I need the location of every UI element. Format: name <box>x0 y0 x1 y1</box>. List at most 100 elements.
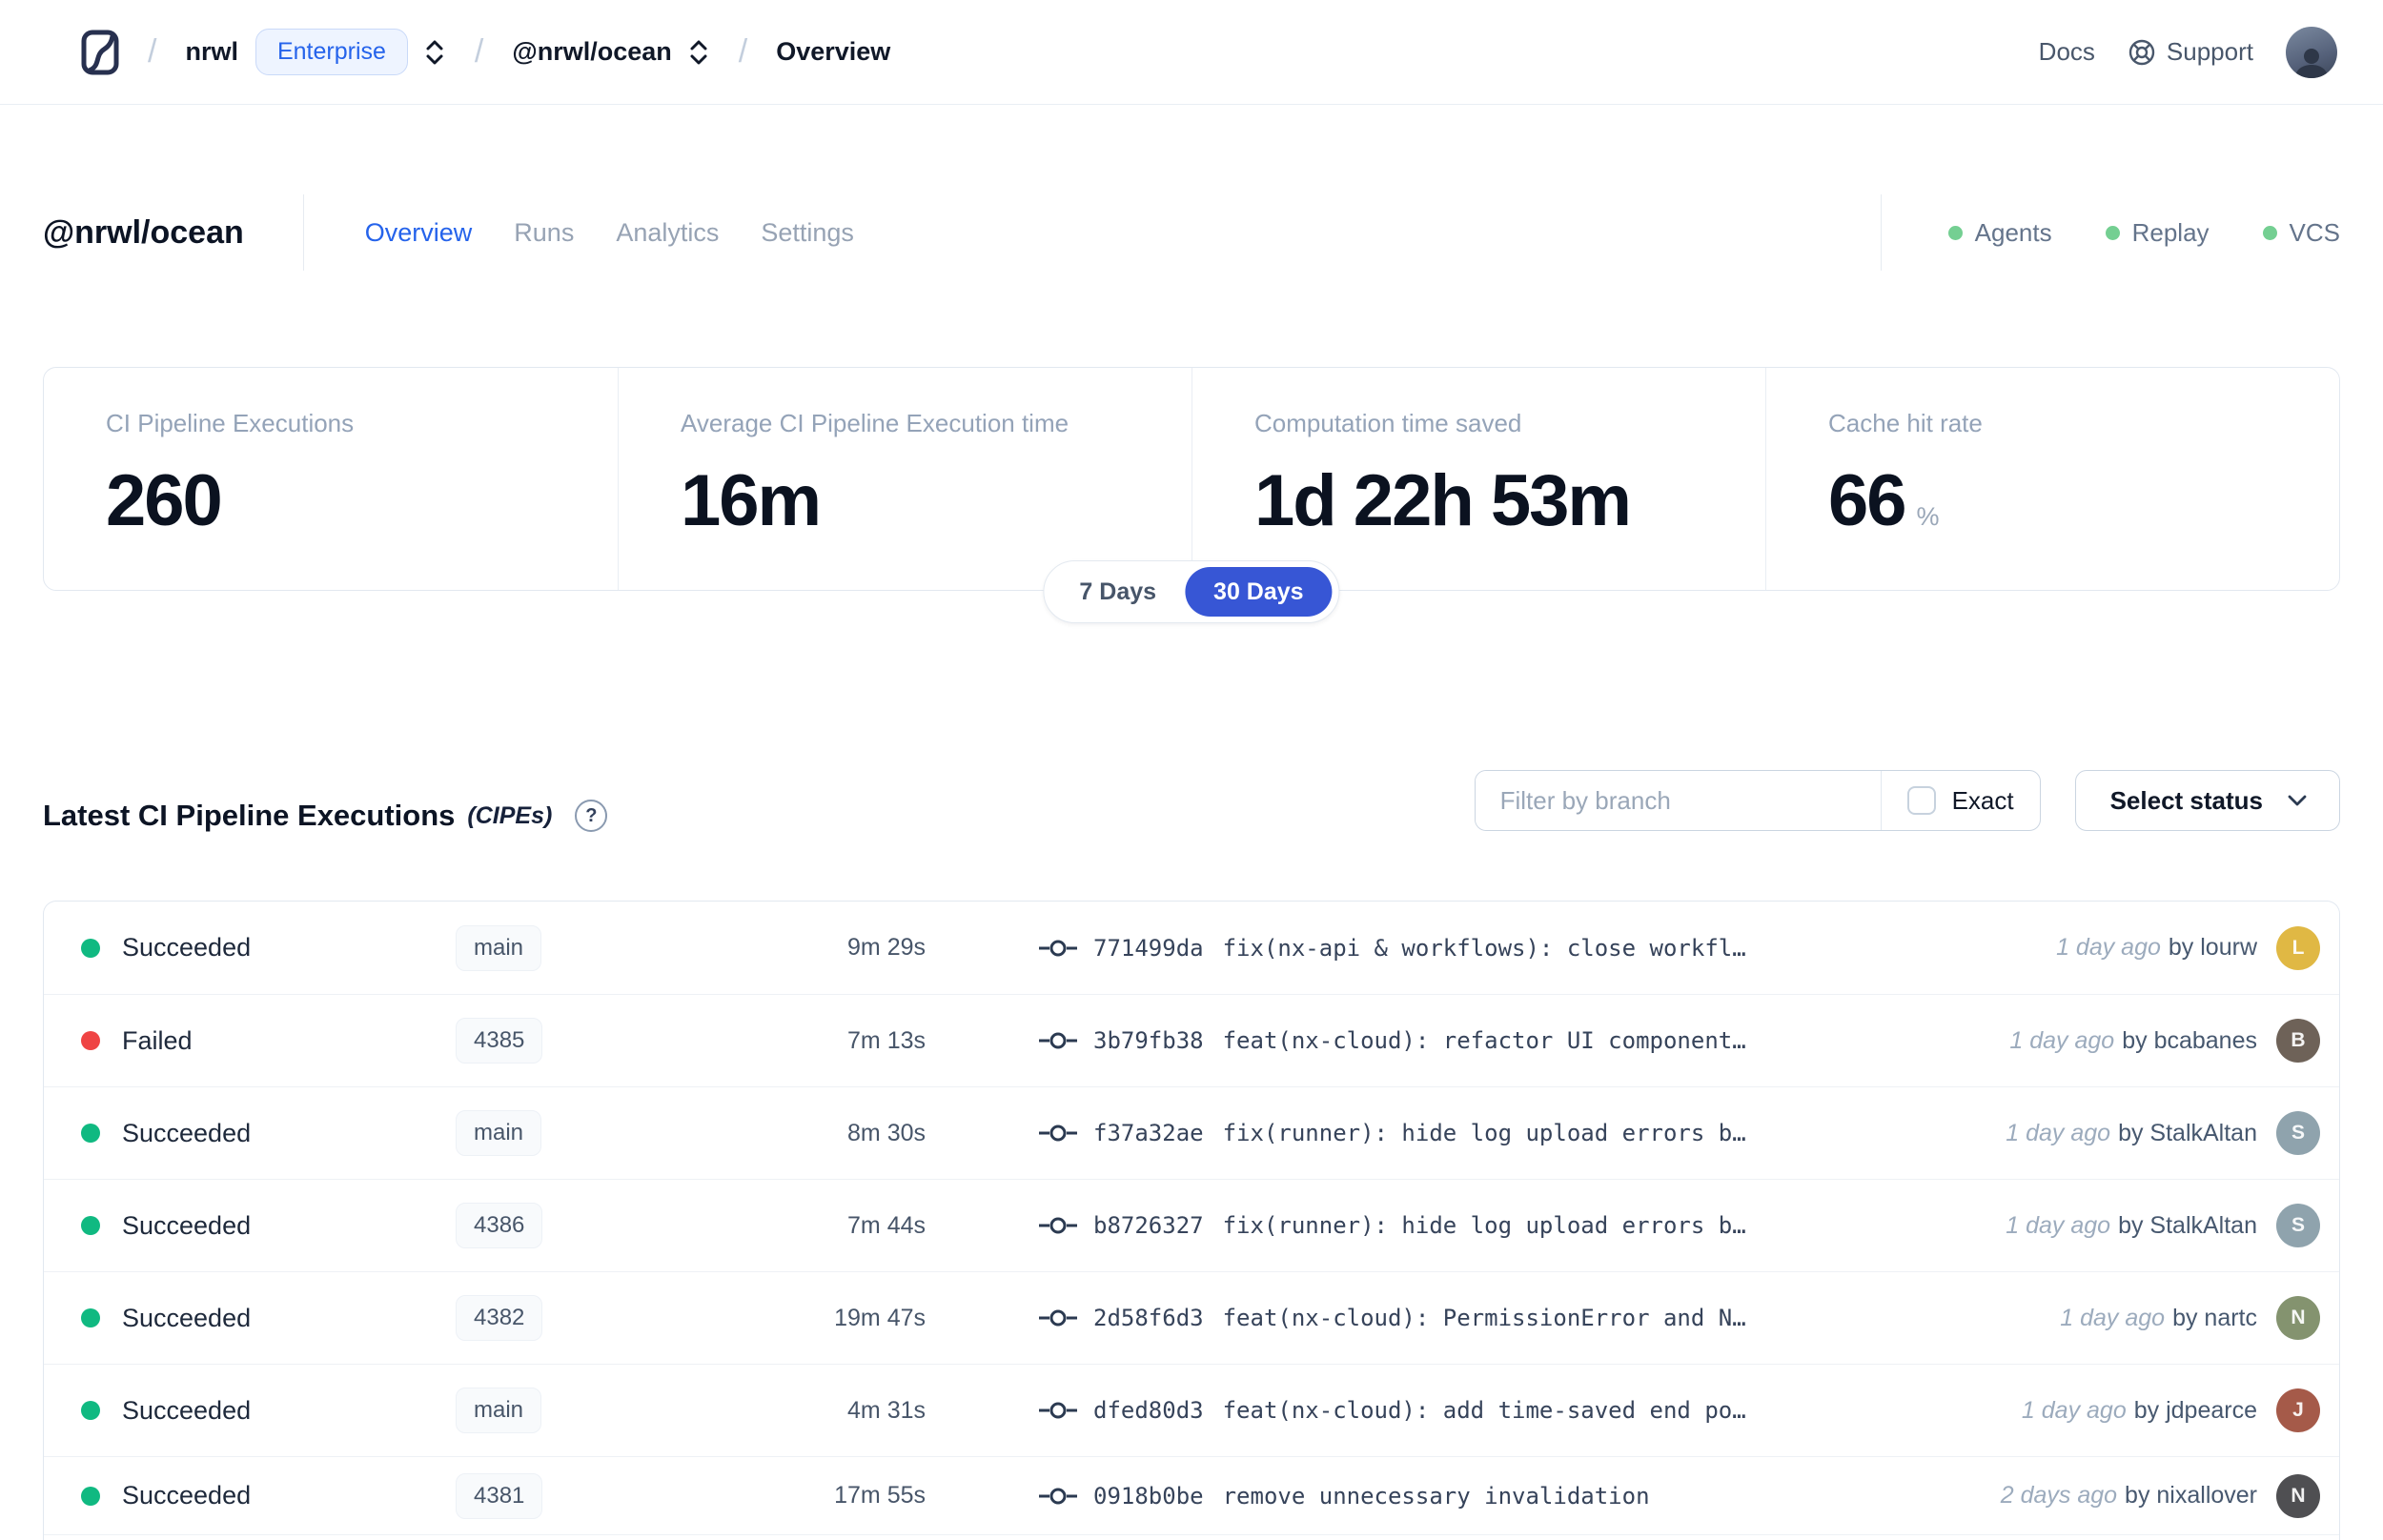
user-avatar[interactable] <box>2286 26 2337 78</box>
cipe-filters: Exact Select status <box>1474 770 2340 831</box>
branch-chip: 4382 <box>456 1295 543 1341</box>
git-commit-icon <box>1038 1122 1078 1145</box>
workspace-header: @nrwl/ocean Overview Runs Analytics Sett… <box>43 189 2340 276</box>
exact-toggle: Exact <box>1882 786 2040 816</box>
time-ago: 2 days ago <box>2000 1482 2118 1509</box>
status-dot-icon <box>81 1031 100 1050</box>
author: by bcabanes <box>2122 1026 2257 1054</box>
tab-runs[interactable]: Runs <box>514 218 574 248</box>
docs-link[interactable]: Docs <box>2039 37 2095 67</box>
commit-message: feat(nx-cloud): add time-saved end po… <box>1222 1397 1746 1424</box>
cipe-row[interactable]: Failed 4385 7m 13s 3b79fb38 feat(nx-cloud… <box>44 994 2339 1086</box>
cipe-row[interactable]: Succeeded 4386 7m 44s b8726327 fix(runner… <box>44 1179 2339 1271</box>
chevron-down-icon <box>2284 787 2311 814</box>
stat-value: 66 <box>1828 460 1907 541</box>
time-ago: 1 day ago <box>2056 934 2161 961</box>
branch-chip: 4381 <box>456 1472 543 1519</box>
branch-chip: 4385 <box>456 1018 543 1064</box>
commit-hash: 0918b0be <box>1093 1482 1204 1510</box>
git-commit-icon <box>1038 1399 1078 1422</box>
top-nav: / nrwl Enterprise / @nrwl/ocean / Overvi… <box>0 0 2383 105</box>
support-link[interactable]: Support <box>2128 37 2253 67</box>
author: by jdpearce <box>2133 1396 2257 1424</box>
duration: 17m 55s <box>834 1482 926 1509</box>
commit-hash: 3b79fb38 <box>1093 1027 1204 1054</box>
commit-message: feat(nx-cloud): PermissionError and N… <box>1222 1305 1746 1331</box>
cipe-row[interactable]: Succeeded main 8m 30s f37a32ae fix(runner… <box>44 1086 2339 1179</box>
branch-filter-input[interactable] <box>1475 771 1881 830</box>
service-replay[interactable]: Replay <box>2105 218 2210 248</box>
range-7-days-button[interactable]: 7 Days <box>1050 567 1185 617</box>
avatar: L <box>2276 925 2320 970</box>
commit-hash: 2d58f6d3 <box>1093 1305 1204 1331</box>
stat-card-avg-time: Average CI Pipeline Execution time 16m <box>618 368 1192 590</box>
service-agents[interactable]: Agents <box>1947 218 2052 248</box>
breadcrumb-workspace[interactable]: @nrwl/ocean <box>512 37 671 67</box>
cipe-row[interactable]: Succeeded main 4m 31s dfed80d3 feat(nx-cl… <box>44 1364 2339 1456</box>
cipe-row[interactable]: Succeeded main 9m 29s 771499da fix(nx-api… <box>44 902 2339 994</box>
commit-hash: f37a32ae <box>1093 1120 1204 1146</box>
commit-hash: 771499da <box>1093 934 1204 962</box>
breadcrumb-separator: / <box>148 33 157 70</box>
tab-overview[interactable]: Overview <box>365 218 473 248</box>
commit-hash: dfed80d3 <box>1093 1397 1204 1424</box>
stat-value: 260 <box>106 460 223 541</box>
avatar: J <box>2276 1388 2320 1432</box>
exact-checkbox[interactable] <box>1906 786 1936 815</box>
commit-message: feat(nx-cloud): refactor UI component… <box>1222 1027 1746 1054</box>
duration: 4m 31s <box>847 1396 926 1424</box>
breadcrumb-separator: / <box>738 33 748 70</box>
divider <box>302 194 304 271</box>
stat-card-time-saved: Computation time saved 1d 22h 53m <box>1192 368 1765 590</box>
date-range-toggle: 7 Days 30 Days <box>1043 560 1340 623</box>
org-switcher-chevron-icon[interactable] <box>423 38 446 67</box>
stats-cards: CI Pipeline Executions 260 Average CI Pi… <box>43 367 2340 591</box>
tab-settings[interactable]: Settings <box>761 218 854 248</box>
time-ago: 1 day ago <box>2006 1211 2111 1239</box>
status-label: Succeeded <box>122 933 252 962</box>
commit-message: fix(nx-api & workflows): close workfl… <box>1222 934 1746 962</box>
git-commit-icon <box>1038 1485 1078 1508</box>
cipe-row[interactable]: Succeeded 4382 19m 47s 2d58f6d3 feat(nx-c… <box>44 1271 2339 1364</box>
status-label: Succeeded <box>122 1395 252 1425</box>
cipe-abbrev: (CIPEs) <box>467 801 553 829</box>
status-label: Succeeded <box>122 1303 252 1332</box>
duration: 8m 30s <box>847 1119 926 1146</box>
stat-value: 16m <box>681 460 822 541</box>
commit-message: fix(runner): hide log upload errors b… <box>1222 1120 1746 1146</box>
branch-filter-group: Exact <box>1474 770 2041 831</box>
divider <box>1880 194 1882 271</box>
status-select-dropdown[interactable]: Select status <box>2074 770 2340 831</box>
help-icon[interactable]: ? <box>575 800 608 832</box>
git-commit-icon <box>1038 1029 1078 1052</box>
support-label: Support <box>2166 37 2253 66</box>
status-dot-icon <box>81 1486 100 1506</box>
workspace-switcher-chevron-icon[interactable] <box>687 38 710 67</box>
breadcrumb-org[interactable]: nrwl <box>185 37 238 67</box>
avatar: N <box>2276 1473 2320 1518</box>
lifebuoy-icon <box>2128 38 2156 67</box>
breadcrumb-page: Overview <box>776 37 891 66</box>
nx-cloud-logo-icon[interactable] <box>81 30 119 75</box>
status-dot-icon <box>81 1124 100 1143</box>
enterprise-badge[interactable]: Enterprise <box>255 29 408 75</box>
avatar: B <box>2276 1019 2320 1063</box>
branch-chip: 4386 <box>456 1203 543 1248</box>
time-ago: 1 day ago <box>2021 1396 2127 1424</box>
commit-message: remove unnecessary invalidation <box>1222 1482 1650 1510</box>
tab-analytics[interactable]: Analytics <box>616 218 719 248</box>
author: by nixallover <box>2125 1482 2257 1509</box>
commit-hash: b8726327 <box>1093 1212 1204 1239</box>
branch-chip: main <box>456 1110 542 1156</box>
cipe-row[interactable]: Succeeded 4381 17m 55s 0918b0be remove un… <box>44 1456 2339 1535</box>
git-commit-icon <box>1038 937 1078 960</box>
service-vcs[interactable]: VCS <box>2262 218 2340 248</box>
duration: 19m 47s <box>834 1304 926 1331</box>
range-30-days-button[interactable]: 30 Days <box>1185 567 1333 617</box>
stat-card-executions: CI Pipeline Executions 260 <box>106 409 355 541</box>
status-label: Succeeded <box>122 1210 252 1240</box>
duration: 7m 44s <box>847 1211 926 1239</box>
time-ago: 1 day ago <box>2009 1026 2115 1054</box>
status-dot-icon <box>81 1216 100 1235</box>
cipe-section-header: Latest CI Pipeline Executions (CIPEs) ? <box>43 799 608 833</box>
